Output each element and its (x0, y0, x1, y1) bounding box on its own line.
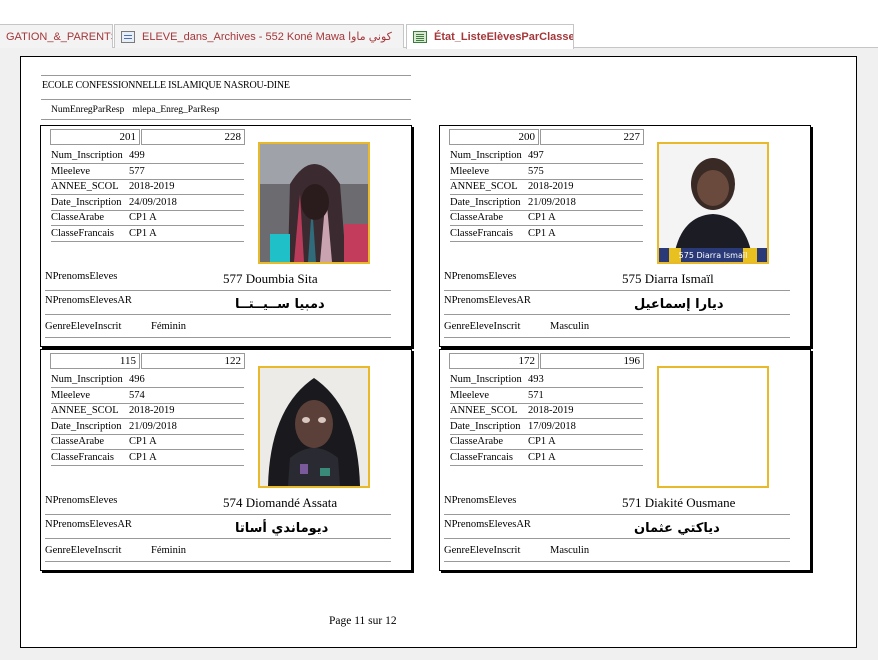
genre-row: GenreEleveInscrit Féminin (45, 316, 391, 338)
annee-field: ANNEE_SCOL 2018-2019 (51, 179, 244, 195)
classe-francais-field: ClasseFrancais CP1 A (450, 226, 643, 242)
student-card: 172 196 Num_Inscription 493 Mleeleve 571 A… (439, 349, 811, 571)
tab-label: ELEVE_dans_Archives - 552 Koné Mawa كوني… (142, 31, 392, 43)
classe-francais-field: ClasseFrancais CP1 A (450, 450, 643, 466)
count-box-2: 227 (540, 129, 644, 145)
student-name: 571 Diakité Ousmane (622, 495, 736, 510)
tab-eleve-archives[interactable]: ELEVE_dans_Archives - 552 Koné Mawa كوني… (114, 24, 404, 48)
student-card: 200 227 Num_Inscription 497 Mleeleve 575 A… (439, 125, 811, 347)
annee-field: ANNEE_SCOL 2018-2019 (450, 403, 643, 419)
mleeleve-field: Mleeleve 571 (450, 388, 643, 404)
mleeleve-field: Mleeleve 577 (51, 164, 244, 180)
student-genre: Masculin (550, 321, 590, 332)
student-name: 574 Diomandé Assata (223, 495, 338, 510)
tab-gation-parents[interactable]: GATION_&_PARENTS (0, 24, 113, 48)
genre-row: GenreEleveInscrit Féminin (45, 540, 391, 562)
classe-arabe-field: ClasseArabe CP1 A (51, 434, 244, 450)
student-genre: Féminin (151, 321, 187, 332)
num-inscription-field: Num_Inscription 496 (51, 372, 244, 388)
genre-row: GenreEleveInscrit Masculin (444, 540, 790, 562)
student-name: 577 Doumbia Sita (223, 271, 318, 286)
date-inscription-field: Date_Inscription 24/09/2018 (51, 195, 244, 211)
tab-label: État_ListeElèvesParClasse (434, 31, 574, 43)
classe-arabe-field: ClasseArabe CP1 A (450, 210, 643, 226)
num-inscription-field: Num_Inscription 497 (450, 148, 643, 164)
page-number: Page 11 sur 12 (329, 615, 397, 627)
student-name-ar: دياكتي عثمان (634, 521, 720, 536)
document-tab-bar: GATION_&_PARENTS ELEVE_dans_Archives - 5… (0, 24, 878, 49)
count-box-2: 228 (141, 129, 245, 145)
student-genre: Féminin (151, 545, 187, 556)
student-photo-empty (657, 366, 769, 488)
genre-row: GenreEleveInscrit Masculin (444, 316, 790, 338)
form-icon (121, 30, 135, 43)
classe-arabe-field: ClasseArabe CP1 A (51, 210, 244, 226)
count-box-1: 115 (50, 353, 140, 369)
name-ar-row: NPrenomsElevesAR ديوماندي أساتا (45, 517, 391, 539)
name-ar-row: NPrenomsElevesAR دمبيا ســيــتــا (45, 293, 391, 315)
mleeleve-field: Mleeleve 575 (450, 164, 643, 180)
student-card: 201 228 Num_Inscription 499 Mleeleve 577 A… (40, 125, 412, 347)
name-row: NPrenomsEleves 571 Diakité Ousmane (444, 493, 790, 515)
classe-francais-field: ClasseFrancais CP1 A (51, 450, 244, 466)
name-row: NPrenomsEleves 574 Diomandé Assata (45, 493, 391, 515)
student-photo: 575 Diarra Ismaïl (657, 142, 769, 264)
date-inscription-field: Date_Inscription 17/09/2018 (450, 419, 643, 435)
student-name-ar: ديوماندي أساتا (235, 521, 329, 536)
group-label: NumEnregParResp (51, 105, 125, 115)
name-ar-row: NPrenomsElevesAR دياكتي عثمان (444, 517, 790, 539)
date-inscription-field: Date_Inscription 21/09/2018 (450, 195, 643, 211)
student-genre: Masculin (550, 545, 590, 556)
annee-field: ANNEE_SCOL 2018-2019 (51, 403, 244, 419)
photo-caption: 575 Diarra Ismaïl (679, 251, 748, 260)
student-photo (258, 366, 370, 488)
student-name: 575 Diarra Ismaïl (622, 271, 714, 286)
student-photo (258, 142, 370, 264)
name-row: NPrenomsEleves 577 Doumbia Sita (45, 269, 391, 291)
report-icon (413, 31, 427, 43)
tab-label: GATION_&_PARENTS (6, 30, 113, 43)
name-row: NPrenomsEleves 575 Diarra Ismaïl (444, 269, 790, 291)
count-box-1: 201 (50, 129, 140, 145)
num-inscription-field: Num_Inscription 499 (51, 148, 244, 164)
student-card: 115 122 Num_Inscription 496 Mleeleve 574 A… (40, 349, 412, 571)
student-name-ar: دمبيا ســيــتــا (235, 297, 325, 312)
classe-francais-field: ClasseFrancais CP1 A (51, 226, 244, 242)
count-box-1: 200 (449, 129, 539, 145)
student-name-ar: ديارا إسماعيل (634, 297, 724, 312)
school-title: ECOLE CONFESSIONNELLE ISLAMIQUE NASROU-D… (41, 75, 411, 100)
count-box-1: 172 (449, 353, 539, 369)
mleeleve-field: Mleeleve 574 (51, 388, 244, 404)
divider (41, 119, 411, 120)
report-page: ECOLE CONFESSIONNELLE ISLAMIQUE NASROU-D… (20, 56, 857, 648)
group-value: mlepa_Enreg_ParResp (132, 105, 220, 115)
date-inscription-field: Date_Inscription 21/09/2018 (51, 419, 244, 435)
annee-field: ANNEE_SCOL 2018-2019 (450, 179, 643, 195)
name-ar-row: NPrenomsElevesAR ديارا إسماعيل (444, 293, 790, 315)
num-inscription-field: Num_Inscription 493 (450, 372, 643, 388)
classe-arabe-field: ClasseArabe CP1 A (450, 434, 643, 450)
report-preview-area[interactable]: ECOLE CONFESSIONNELLE ISLAMIQUE NASROU-D… (0, 48, 878, 660)
count-box-2: 122 (141, 353, 245, 369)
count-box-2: 196 (540, 353, 644, 369)
tab-etat-liste-eleves[interactable]: État_ListeElèvesParClasse (406, 24, 574, 49)
group-header: NumEnregParResp mlepa_Enreg_ParResp (51, 105, 219, 115)
